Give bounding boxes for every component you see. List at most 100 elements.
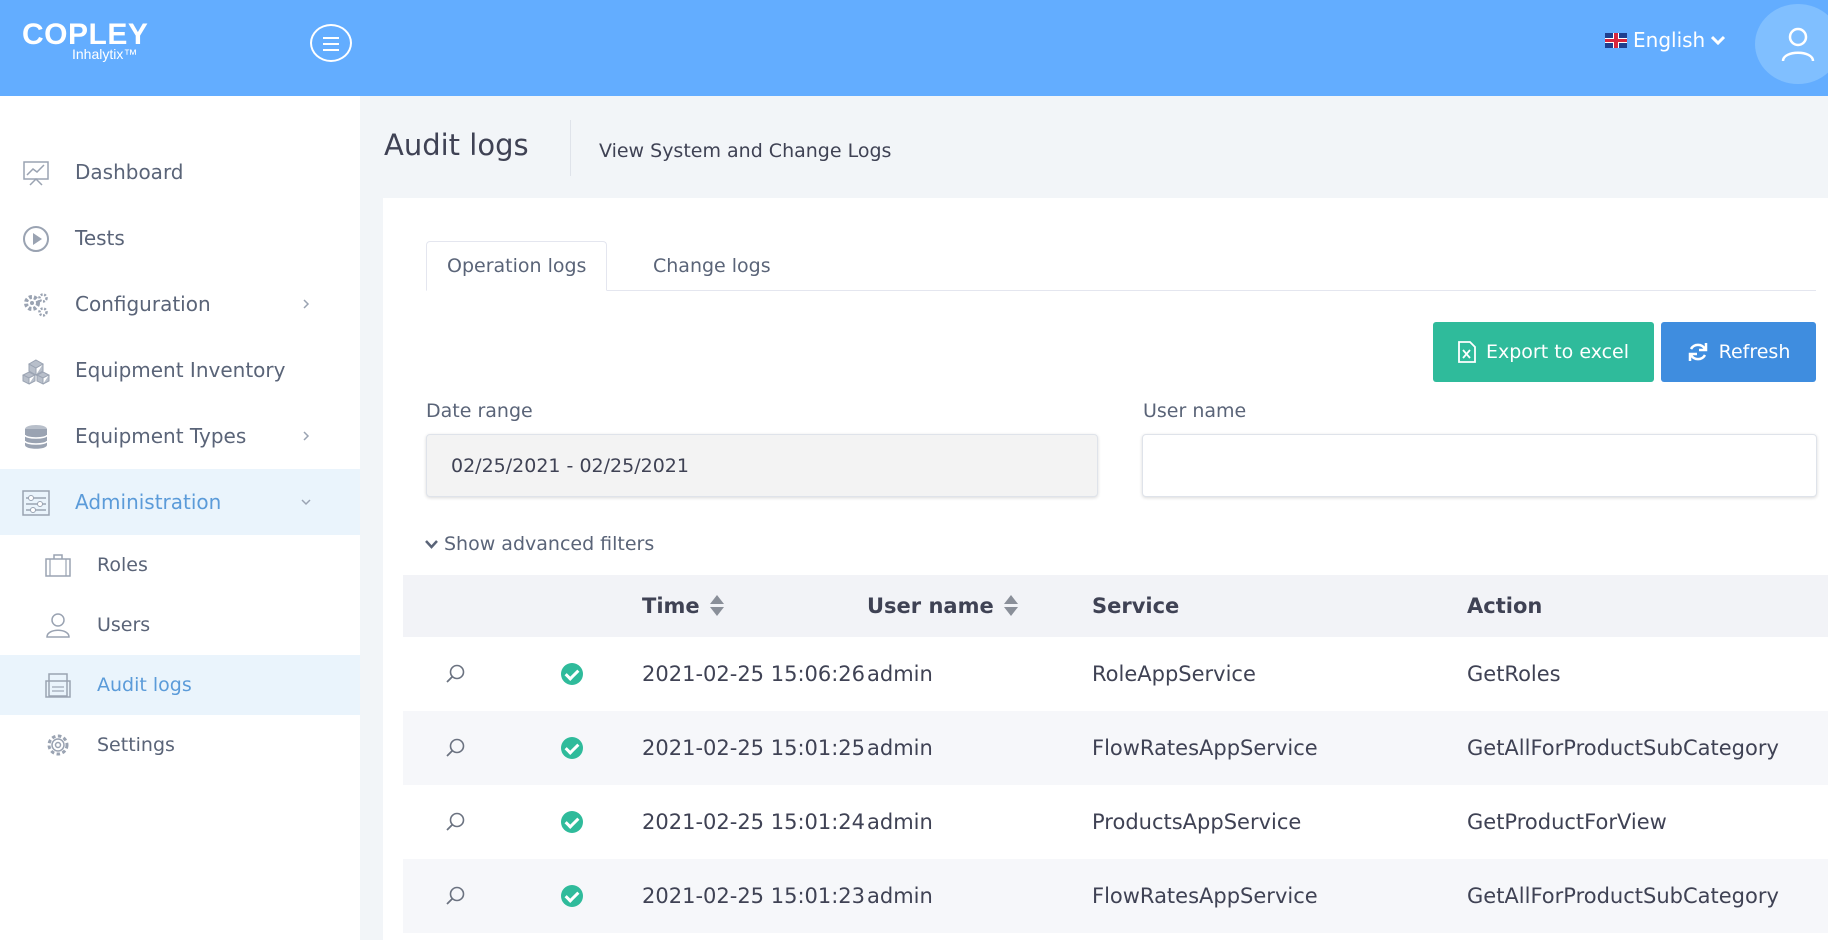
page-subtitle: View System and Change Logs (599, 140, 892, 162)
gear-icon (47, 734, 69, 756)
sidebar-item-roles[interactable]: Roles (0, 535, 360, 595)
refresh-icon (1688, 343, 1707, 361)
sidebar-item-equipment-inventory[interactable]: Equipment Inventory (0, 337, 360, 403)
chevron-right-icon (303, 431, 310, 441)
sidebar-item-configuration[interactable]: Configuration (0, 271, 360, 337)
hamburger-line (323, 37, 339, 39)
cell-service: RoleAppService (1092, 662, 1256, 686)
column-header-time[interactable]: Time (642, 575, 724, 637)
success-check-icon (561, 637, 585, 711)
chevron-right-icon (303, 299, 310, 309)
gears-icon (24, 293, 48, 317)
cell-user: admin (867, 662, 933, 686)
user-icon (1781, 27, 1815, 62)
view-details-search-icon[interactable] (445, 637, 469, 711)
cell-time: 2021-02-25 15:06:26 (642, 662, 866, 686)
cell-action: GetAllForProductSubCategory (1467, 884, 1779, 908)
cell-time: 2021-02-25 15:01:23 (642, 884, 866, 908)
sort-icon[interactable] (1003, 595, 1018, 617)
play-icon (23, 226, 49, 252)
sidebar-item-label: Equipment Types (75, 424, 247, 448)
user-name-label: User name (1143, 400, 1247, 422)
log-tabs: Operation logs Change logs (426, 241, 1816, 291)
sidebar-item-label: Audit logs (97, 674, 192, 696)
refresh-button[interactable]: Refresh (1661, 322, 1816, 382)
column-header-label: Time (642, 594, 700, 618)
sidebar-item-label: Users (97, 614, 151, 636)
sidebar-item-audit-logs[interactable]: Audit logs (0, 655, 360, 715)
excel-file-icon (1458, 341, 1476, 363)
log-icon (45, 673, 71, 698)
cell-service: ProductsAppService (1092, 810, 1302, 834)
menu-toggle-button[interactable] (310, 24, 352, 62)
sidebar-item-dashboard[interactable]: Dashboard (0, 139, 360, 205)
chevron-down-icon (425, 540, 438, 549)
sidebar-item-equipment-types[interactable]: Equipment Types (0, 403, 360, 469)
chevron-down-icon (1711, 35, 1726, 45)
column-header-service: Service (1092, 594, 1180, 618)
sidebar-item-users[interactable]: Users (0, 595, 360, 655)
sidebar-item-administration[interactable]: Administration (0, 469, 360, 535)
table-row: 2021-02-25 15:06:26 admin RoleAppService… (403, 637, 1828, 711)
sidebar-item-label: Tests (75, 226, 125, 250)
cell-action: GetAllForProductSubCategory (1467, 736, 1779, 760)
copley-logo[interactable]: COPLEY Inhalytix™ (22, 20, 148, 63)
cell-user: admin (867, 810, 933, 834)
view-details-search-icon[interactable] (445, 785, 469, 859)
user-name-input[interactable] (1142, 434, 1817, 497)
cell-service: FlowRatesAppService (1092, 736, 1318, 760)
export-button-label: Export to excel (1485, 341, 1630, 363)
sidebar-item-label: Roles (97, 554, 148, 576)
sidebar-item-tests[interactable]: Tests (0, 205, 360, 271)
export-to-excel-button[interactable]: Export to excel (1433, 322, 1654, 382)
date-range-input[interactable]: 02/25/2021 - 02/25/2021 (426, 434, 1098, 497)
user-avatar[interactable] (1755, 4, 1828, 84)
table-header: Time User name Service Action (403, 575, 1828, 637)
database-icon (24, 425, 48, 449)
table-row: 2021-02-25 15:01:24 admin ProductsAppSer… (403, 785, 1828, 859)
column-header-action: Action (1467, 594, 1543, 618)
uk-flag-icon (1605, 32, 1627, 48)
hamburger-line (323, 43, 339, 45)
column-header-user-name[interactable]: User name (867, 575, 1018, 637)
success-check-icon (561, 711, 585, 785)
sidebar-item-label: Dashboard (75, 160, 184, 184)
page-title: Audit logs (384, 128, 529, 162)
table-row: 2021-02-25 15:01:23 admin FlowRatesAppSe… (403, 859, 1828, 933)
tab-operation-logs[interactable]: Operation logs (426, 241, 608, 291)
sidebar-item-label: Equipment Inventory (75, 358, 286, 382)
sliders-icon (22, 490, 50, 516)
header-divider (570, 120, 571, 176)
column-header-label: User name (867, 594, 994, 618)
sort-icon[interactable] (709, 595, 724, 617)
sidebar-item-label: Administration (75, 490, 222, 514)
date-range-label: Date range (426, 400, 533, 422)
boxes-icon (22, 359, 50, 385)
language-label: English (1633, 28, 1706, 52)
success-check-icon (561, 785, 585, 859)
top-bar: COPLEY Inhalytix™ English (0, 0, 1828, 96)
cell-time: 2021-02-25 15:01:24 (642, 810, 866, 834)
sidebar-item-label: Configuration (75, 292, 211, 316)
cell-action: GetProductForView (1467, 810, 1667, 834)
hamburger-line (323, 49, 339, 51)
success-check-icon (561, 859, 585, 933)
user-icon (46, 613, 70, 638)
cell-time: 2021-02-25 15:01:25 (642, 736, 866, 760)
language-selector[interactable]: English (1605, 28, 1726, 52)
chevron-down-icon (301, 499, 311, 506)
tab-change-logs[interactable]: Change logs (633, 241, 791, 291)
refresh-button-label: Refresh (1718, 341, 1791, 363)
table-row: 2021-02-25 15:01:25 admin FlowRatesAppSe… (403, 711, 1828, 785)
chart-icon (23, 161, 49, 186)
sidebar-item-settings[interactable]: Settings (0, 715, 360, 775)
cell-action: GetRoles (1467, 662, 1561, 686)
cell-service: FlowRatesAppService (1092, 884, 1318, 908)
briefcase-icon (45, 554, 71, 577)
brand-subtitle: Inhalytix™ (72, 46, 138, 62)
sidebar-item-label: Settings (97, 734, 175, 756)
view-details-search-icon[interactable] (445, 859, 469, 933)
cell-user: admin (867, 736, 933, 760)
view-details-search-icon[interactable] (445, 711, 469, 785)
show-advanced-filters-toggle[interactable]: Show advanced filters (425, 533, 654, 555)
